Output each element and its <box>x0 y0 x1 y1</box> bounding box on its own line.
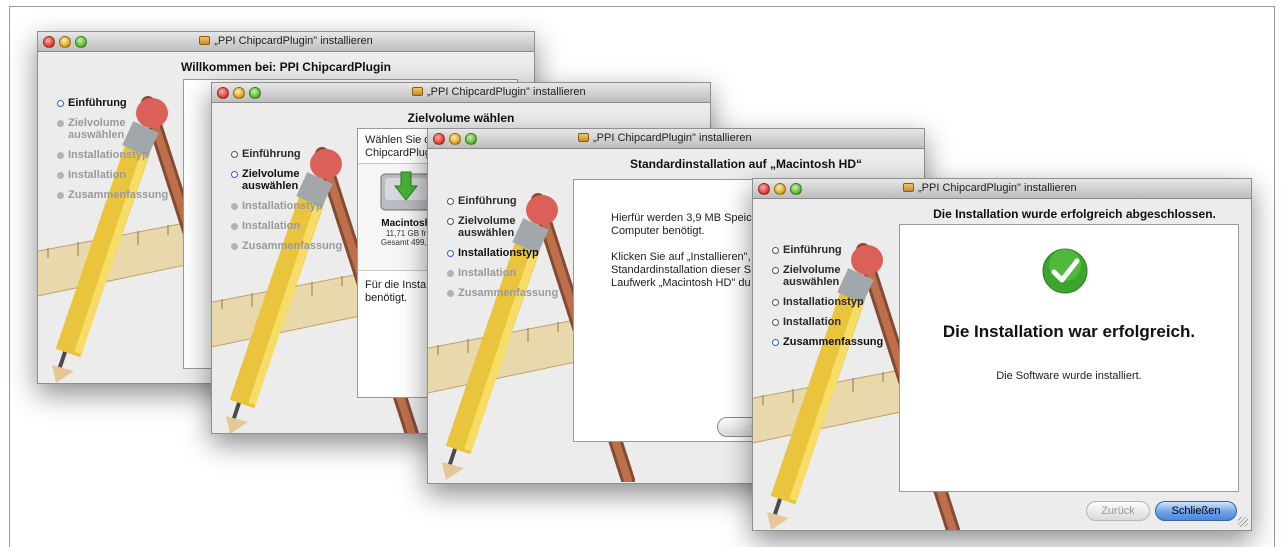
resize-grip-icon[interactable] <box>1238 517 1248 527</box>
step-bullet-icon <box>231 223 238 230</box>
step-destination: Zielvolume auswählen <box>447 215 558 239</box>
step-installation: Installation <box>447 267 558 279</box>
step-installation: Installation <box>57 169 168 181</box>
step-bullet-icon <box>447 270 454 277</box>
step-bullet-icon <box>772 247 779 254</box>
content-panel: Die Installation war erfolgreich. Die So… <box>899 224 1239 492</box>
installer-steps: Einführung Zielvolume auswählen Installat… <box>772 244 883 356</box>
installer-steps: Einführung Zielvolume auswählen Installat… <box>447 195 558 307</box>
step-installation-type: Installationstyp <box>231 200 342 212</box>
step-bullet-icon <box>447 250 454 257</box>
success-checkmark-icon <box>1042 248 1088 294</box>
step-bullet-icon <box>447 198 454 205</box>
title-bar[interactable]: „PPI ChipcardPlugin" installieren <box>428 129 924 149</box>
window-title: „PPI ChipcardPlugin" installieren <box>593 132 752 144</box>
package-icon <box>903 183 914 192</box>
close-button[interactable]: Schließen <box>1155 501 1237 521</box>
step-destination: Zielvolume auswählen <box>231 168 342 192</box>
window-title: „PPI ChipcardPlugin" installieren <box>427 86 586 98</box>
step-summary: Zusammenfassung <box>231 240 342 252</box>
step-bullet-icon <box>772 319 779 326</box>
title-bar[interactable]: „PPI ChipcardPlugin" installieren <box>38 32 534 52</box>
step-introduction: Einführung <box>772 244 883 256</box>
step-bullet-icon <box>772 339 779 346</box>
page-heading: Die Installation wurde erfolgreich abges… <box>933 207 1216 221</box>
step-installation-type: Installationstyp <box>447 247 558 259</box>
step-introduction: Einführung <box>447 195 558 207</box>
step-bullet-icon <box>231 243 238 250</box>
package-icon <box>412 87 423 96</box>
success-title: Die Installation war erfolgreich. <box>942 322 1196 341</box>
destination-prompt: Wählen Sie d ChipcardPlug <box>365 134 432 159</box>
installer-steps: Einführung Zielvolume auswählen Installat… <box>57 97 168 209</box>
step-installation: Installation <box>772 316 883 328</box>
title-bar[interactable]: „PPI ChipcardPlugin" installieren <box>753 179 1251 199</box>
step-bullet-icon <box>231 203 238 210</box>
step-summary: Zusammenfassung <box>772 336 883 348</box>
step-introduction: Einführung <box>57 97 168 109</box>
success-subtitle: Die Software wurde installiert. <box>996 370 1142 382</box>
step-summary: Zusammenfassung <box>447 287 558 299</box>
page-heading: Standardinstallation auf „Macintosh HD“ <box>629 157 863 171</box>
installer-steps: Einführung Zielvolume auswählen Installat… <box>231 148 342 260</box>
step-bullet-icon <box>57 152 64 159</box>
back-button[interactable]: Zurück <box>1086 501 1150 521</box>
title-bar[interactable]: „PPI ChipcardPlugin" installieren <box>212 83 710 103</box>
page-heading: Willkommen bei: PPI ChipcardPlugin <box>181 60 391 74</box>
step-destination: Zielvolume auswählen <box>57 117 168 141</box>
installer-window-summary: „PPI ChipcardPlugin" installieren Die In… <box>752 178 1252 531</box>
step-installation: Installation <box>231 220 342 232</box>
install-type-text: Hierfür werden 3,9 MB Speic Computer ben… <box>611 212 752 289</box>
package-icon <box>578 133 589 142</box>
step-bullet-icon <box>772 267 779 274</box>
space-note: Für die Insta benötigt. <box>365 279 427 304</box>
step-installation-type: Installationstyp <box>772 296 883 308</box>
step-summary: Zusammenfassung <box>57 189 168 201</box>
step-bullet-icon <box>447 290 454 297</box>
package-icon <box>199 36 211 45</box>
step-bullet-icon <box>231 171 238 178</box>
step-installation-type: Installationstyp <box>57 149 168 161</box>
window-title: „PPI ChipcardPlugin" installieren <box>918 182 1077 194</box>
step-destination: Zielvolume auswählen <box>772 264 883 288</box>
step-bullet-icon <box>57 172 64 179</box>
step-introduction: Einführung <box>231 148 342 160</box>
step-bullet-icon <box>447 218 454 225</box>
page-heading: Zielvolume wählen <box>407 111 515 125</box>
step-bullet-icon <box>772 299 779 306</box>
step-bullet-icon <box>57 100 64 107</box>
step-bullet-icon <box>57 192 64 199</box>
step-bullet-icon <box>231 151 238 158</box>
step-bullet-icon <box>57 120 64 127</box>
window-title: „PPI ChipcardPlugin" installieren <box>214 35 373 47</box>
